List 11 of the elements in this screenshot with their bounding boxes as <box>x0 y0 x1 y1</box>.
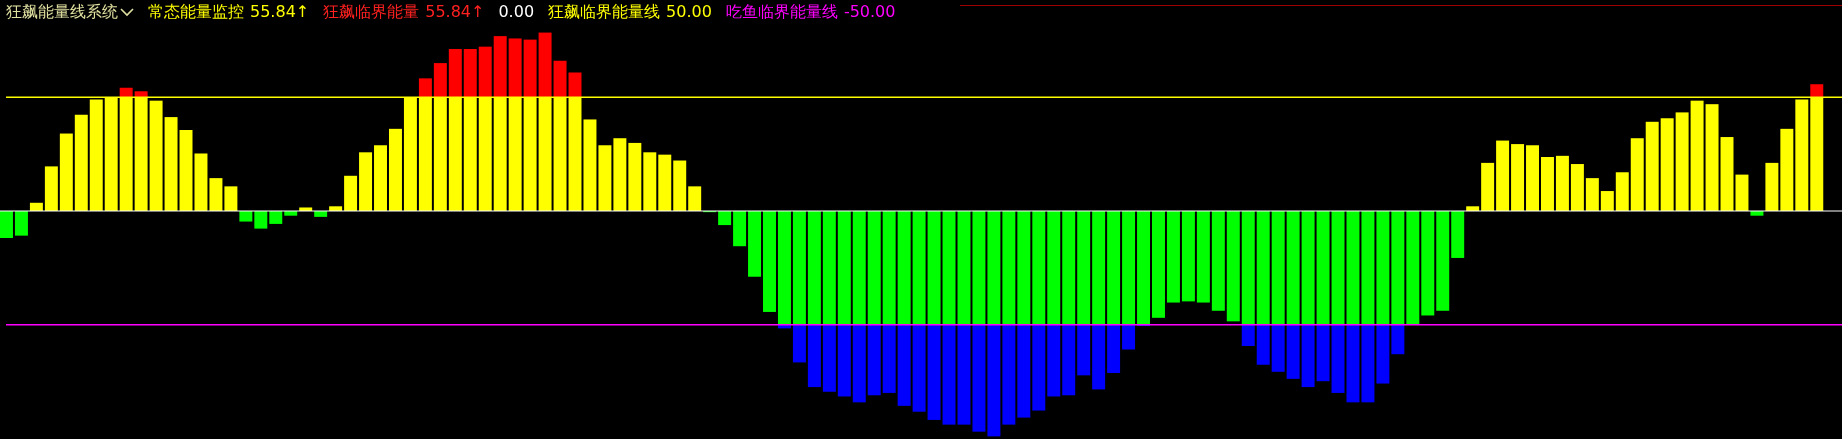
legend-value: 0.00 <box>498 1 535 23</box>
legend-value: 50.00 <box>666 1 712 23</box>
indicator-title[interactable]: 狂飙能量线系统 <box>6 0 118 24</box>
legend-label: 狂飙临界能量 <box>323 1 420 23</box>
chevron-down-icon[interactable] <box>120 7 134 17</box>
legend-value: 55.84↑ <box>425 1 485 23</box>
legend-value: 55.84↑ <box>250 1 310 23</box>
legend-value: -50.00 <box>843 1 896 23</box>
legend-label: 狂飙临界能量线 <box>548 1 661 23</box>
legend-label: 常态能量监控 <box>148 1 244 23</box>
legend-label: 吃鱼临界能量线 <box>725 1 838 23</box>
